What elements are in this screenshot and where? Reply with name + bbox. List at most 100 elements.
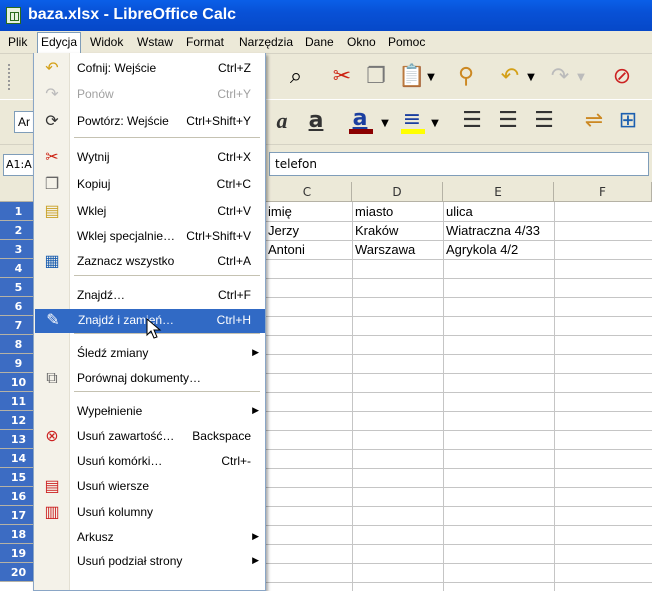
redo-icon: ↷ bbox=[45, 86, 59, 103]
name-box[interactable]: A1:A bbox=[3, 154, 36, 176]
menu-item-shortcut: Ctrl+X bbox=[217, 150, 251, 164]
cell-e1[interactable]: ulica bbox=[444, 202, 473, 221]
menu-item-powto-rz-wejs-cie[interactable]: ⟳ Powtórz: Wejście Ctrl+Shift+Y bbox=[34, 110, 265, 134]
undo-dropdown-icon[interactable]: ▼ bbox=[524, 66, 538, 90]
menu-item-wklej-specjalnie[interactable]: Wklej specjalnie… Ctrl+Shift+V bbox=[34, 225, 265, 249]
highlight-dropdown-icon[interactable]: ▼ bbox=[428, 112, 442, 136]
print-preview-icon[interactable]: ⌕ bbox=[282, 65, 310, 89]
menu-item-shortcut: Ctrl+Y bbox=[217, 87, 251, 101]
column-header-c[interactable]: C bbox=[263, 182, 352, 202]
cell-d1[interactable]: miasto bbox=[353, 202, 393, 221]
select-all-icon: ▦ bbox=[44, 253, 60, 270]
delete-columns-icon: ▥ bbox=[44, 504, 60, 521]
menu-item-arkusz[interactable]: Arkusz ▶ bbox=[34, 526, 265, 550]
menu-item-label: Porównaj dokumenty… bbox=[77, 371, 202, 385]
menu-item-label: Znajdź… bbox=[77, 288, 126, 302]
redo-toolbar-icon[interactable]: ↷ bbox=[546, 65, 574, 89]
highlight-swatch bbox=[401, 129, 425, 134]
paste-toolbar-icon[interactable]: 📋 bbox=[398, 65, 426, 89]
menu-narzedzia[interactable]: Narzędzia bbox=[239, 35, 293, 49]
cell-c2[interactable]: Jerzy bbox=[266, 221, 299, 240]
column-header-d[interactable]: D bbox=[352, 182, 443, 202]
menu-item-kopiuj[interactable]: ❐ Kopiuj Ctrl+C bbox=[34, 173, 265, 197]
menu-separator bbox=[74, 391, 260, 392]
column-header-e[interactable]: E bbox=[443, 182, 554, 202]
menu-widok[interactable]: Widok bbox=[90, 35, 123, 49]
column-header-f[interactable]: F bbox=[554, 182, 652, 202]
font-color-dropdown-icon[interactable]: ▼ bbox=[378, 112, 392, 136]
menu-item-znajdz[interactable]: Znajdź… Ctrl+F bbox=[34, 284, 265, 308]
menu-edycja[interactable]: Edycja bbox=[37, 32, 82, 53]
menu-item-shortcut: Ctrl+F bbox=[218, 288, 251, 302]
align-left-icon[interactable]: ☰ bbox=[458, 109, 486, 133]
menu-item-label: Wytnij bbox=[77, 150, 110, 164]
menu-plik[interactable]: Plik bbox=[8, 35, 27, 49]
menu-item-zaznacz-wszystko[interactable]: ▦ Zaznacz wszystko Ctrl+A bbox=[34, 250, 265, 274]
cell-e2[interactable]: Wiatraczna 4/33 bbox=[444, 221, 540, 240]
menu-item-wklej[interactable]: ▤ Wklej Ctrl+V bbox=[34, 200, 265, 224]
menu-item-shortcut: Ctrl+A bbox=[217, 254, 251, 268]
redo-dropdown-icon[interactable]: ▼ bbox=[574, 66, 588, 90]
font-color-icon[interactable]: a bbox=[346, 107, 374, 131]
undo-icon: ↶ bbox=[45, 60, 59, 77]
menu-item-wytnij[interactable]: ✂ Wytnij Ctrl+X bbox=[34, 146, 265, 170]
menu-item-label: Kopiuj bbox=[77, 177, 111, 191]
menu-item-label: Wypełnienie bbox=[77, 404, 143, 418]
underline-icon[interactable]: a bbox=[302, 109, 330, 133]
merge-cells-icon[interactable]: ⊞ bbox=[614, 109, 642, 133]
menu-item-label: Wklej bbox=[77, 204, 107, 218]
menu-item-label: Zaznacz wszystko bbox=[77, 254, 175, 268]
delete-contents-icon: ⊗ bbox=[45, 428, 59, 445]
cell-e3[interactable]: Agrykola 4/2 bbox=[444, 240, 518, 259]
menu-item-shortcut: Ctrl+V bbox=[217, 204, 251, 218]
clone-format-icon[interactable]: ⚲ bbox=[452, 65, 480, 89]
menu-okno[interactable]: Okno bbox=[347, 35, 376, 49]
menu-item-cofnij-wejs-cie[interactable]: ↶ Cofnij: Wejście Ctrl+Z bbox=[34, 57, 265, 81]
menu-format[interactable]: Format bbox=[186, 35, 224, 49]
menu-item-poro-wnaj-dokumenty[interactable]: ⧉ Porównaj dokumenty… bbox=[34, 367, 265, 391]
repeat-icon: ⟳ bbox=[45, 113, 59, 130]
paste-dropdown-icon[interactable]: ▼ bbox=[424, 66, 438, 90]
menu-item-s-ledz-zmiany[interactable]: Śledź zmiany ▶ bbox=[34, 342, 265, 366]
submenu-arrow-icon: ▶ bbox=[252, 555, 259, 565]
menu-item-usun-zawartos-c[interactable]: ⊗ Usuń zawartość… Backspace bbox=[34, 425, 265, 449]
menu-item-usun-komo-rki[interactable]: Usuń komórki… Ctrl+- bbox=[34, 450, 265, 474]
wrap-text-icon[interactable]: ⇌ bbox=[580, 109, 608, 133]
menu-item-usun-wiersze[interactable]: ▤ Usuń wiersze bbox=[34, 475, 265, 499]
formula-input[interactable]: telefon bbox=[269, 152, 649, 176]
menu-item-usun-kolumny[interactable]: ▥ Usuń kolumny bbox=[34, 501, 265, 525]
menu-item-pono-w[interactable]: ↷ Ponów Ctrl+Y bbox=[34, 83, 265, 107]
cell-d3[interactable]: Warszawa bbox=[353, 240, 415, 259]
menu-item-shortcut: Ctrl+Shift+Y bbox=[186, 114, 251, 128]
find-replace-icon: ✎ bbox=[46, 312, 60, 329]
menu-pomoc[interactable]: Pomoc bbox=[388, 35, 425, 49]
title-bar: baza.xlsx - LibreOffice Calc bbox=[0, 0, 652, 31]
font-color-swatch bbox=[349, 129, 373, 134]
submenu-arrow-icon: ▶ bbox=[252, 531, 259, 541]
cell-c1[interactable]: imię bbox=[266, 202, 292, 221]
menu-dane[interactable]: Dane bbox=[305, 35, 334, 49]
window-title: baza.xlsx - LibreOffice Calc bbox=[28, 6, 237, 23]
find-replace-toolbar-icon[interactable]: ⊘ bbox=[608, 65, 636, 89]
align-center-icon[interactable]: ☰ bbox=[494, 109, 522, 133]
menu-item-label: Śledź zmiany bbox=[77, 346, 149, 360]
menu-separator bbox=[74, 137, 260, 138]
menu-separator bbox=[74, 275, 260, 276]
cell-c3[interactable]: Antoni bbox=[266, 240, 305, 259]
menu-item-label: Wklej specjalnie… bbox=[77, 229, 176, 243]
align-right-icon[interactable]: ☰ bbox=[530, 109, 558, 133]
menu-item-shortcut: Ctrl+Shift+V bbox=[186, 229, 251, 243]
menu-bar: Plik Edycja Widok Wstaw Format Narzędzia… bbox=[0, 31, 652, 54]
italic-icon[interactable]: a bbox=[268, 109, 296, 133]
cell-d2[interactable]: Kraków bbox=[353, 221, 398, 240]
copy-toolbar-icon[interactable]: ❐ bbox=[362, 65, 390, 89]
menu-wstaw[interactable]: Wstaw bbox=[137, 35, 173, 49]
menu-item-shortcut: Ctrl+C bbox=[216, 177, 251, 191]
cut-icon[interactable]: ✂ bbox=[328, 65, 356, 89]
menu-item-usun-podzia-strony[interactable]: Usuń podział strony ▶ bbox=[34, 550, 265, 574]
menu-item-wype-nienie[interactable]: Wypełnienie ▶ bbox=[34, 400, 265, 424]
calc-app-icon bbox=[6, 7, 21, 24]
undo-toolbar-icon[interactable]: ↶ bbox=[496, 65, 524, 89]
menu-item-shortcut: Ctrl+- bbox=[221, 454, 251, 468]
delete-rows-icon: ▤ bbox=[44, 478, 60, 495]
